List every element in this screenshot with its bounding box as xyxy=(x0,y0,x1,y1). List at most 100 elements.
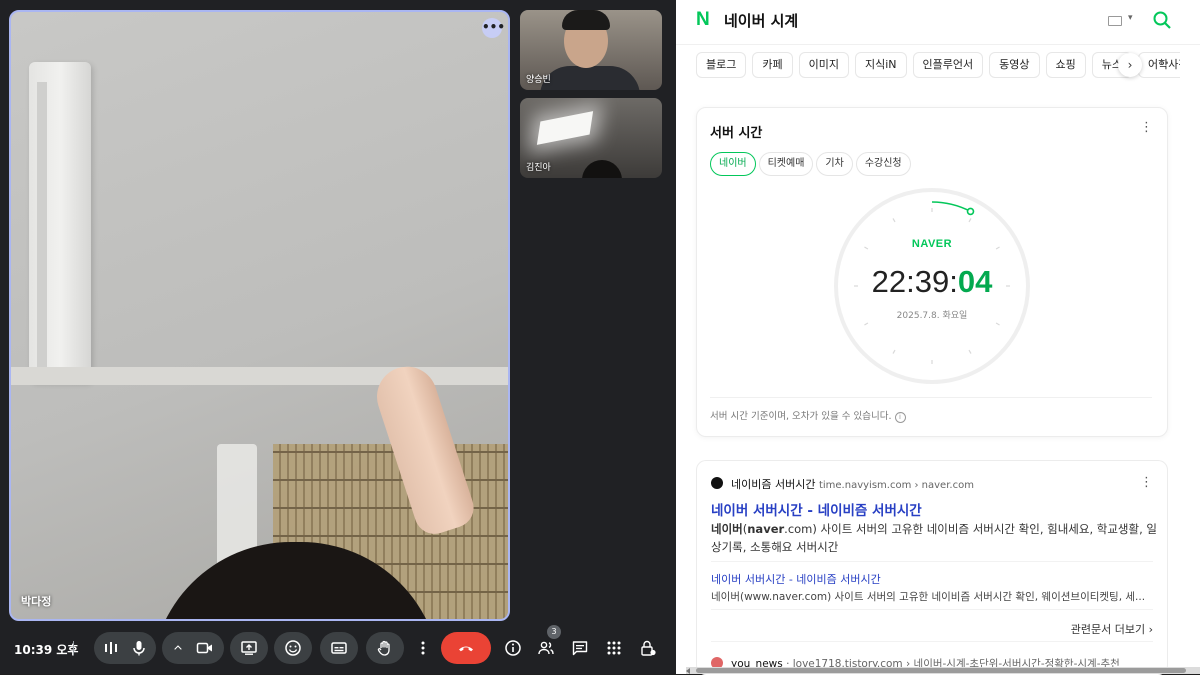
activities-button[interactable] xyxy=(598,632,630,664)
sub-result-description: 네이버(www.naver.com) 사이트 서버의 고유한 네이비즘 서버시간… xyxy=(711,591,1146,603)
server-tab-course[interactable]: 수강신청 xyxy=(855,152,911,176)
desc-paren: naver xyxy=(747,522,785,536)
related-docs-link[interactable]: 관련문서 더보기 › xyxy=(1071,621,1153,637)
time-hours-minutes: 22:39: xyxy=(871,264,958,299)
card-note-text: 서버 시간 기준이며, 오차가 있을 수 있습니다. xyxy=(710,411,892,422)
participant-name: 김진아 xyxy=(526,163,551,173)
captions-button[interactable] xyxy=(320,632,358,664)
present-button[interactable] xyxy=(230,632,268,664)
end-call-button[interactable] xyxy=(441,632,491,664)
lock-person-icon xyxy=(639,639,657,657)
naver-brand: NAVER xyxy=(911,238,953,250)
site-url: time.navyism.com › naver.com xyxy=(818,480,974,491)
emoji-button[interactable] xyxy=(274,632,312,664)
clock-dial: NAVER 22:39:04 2025.7.8. 화요일 xyxy=(834,188,1030,384)
host-controls-button[interactable] xyxy=(632,632,664,664)
horizontal-scrollbar[interactable] xyxy=(686,667,1200,674)
tabs-more-button[interactable]: ··· xyxy=(1154,56,1170,72)
divider xyxy=(711,609,1153,610)
hang-up-icon xyxy=(457,639,475,657)
site-favicon xyxy=(711,477,723,489)
audio-levels-icon[interactable] xyxy=(102,639,120,657)
search-header: N 네이버 시계 ▾ xyxy=(676,0,1200,45)
clock-tick xyxy=(968,218,972,223)
participant-name: 박다정 xyxy=(21,595,52,608)
clock-tick xyxy=(995,322,1000,326)
search-query[interactable]: 네이버 시계 xyxy=(724,10,798,31)
microphone-icon[interactable] xyxy=(130,639,148,657)
sub-result-title[interactable]: 네이버 서버시간 - 네이비즘 서버시간 xyxy=(711,571,881,587)
divider xyxy=(711,641,1153,642)
site-name: 네이비즘 서버시간 xyxy=(731,478,816,491)
tab-kin[interactable]: 지식iN xyxy=(855,52,907,78)
result-description: 네이버(naver.com) 사이트 서버의 고유한 네이비즘 서버시간 확인,… xyxy=(711,522,1157,554)
scrollbar-thumb[interactable] xyxy=(696,668,1186,673)
ceiling-lamp xyxy=(536,111,594,145)
person-hair xyxy=(562,10,610,30)
card-note: 서버 시간 기준이며, 오차가 있을 수 있습니다. i xyxy=(710,408,906,423)
participants-count-badge: 3 xyxy=(547,625,561,639)
caret-down-icon[interactable]: ▾ xyxy=(1128,13,1133,23)
divider xyxy=(710,397,1152,398)
camera-icon[interactable] xyxy=(196,639,214,657)
clock-tick xyxy=(968,349,972,354)
info-icon[interactable]: i xyxy=(894,412,906,423)
result-title-text: 네이버 서버시간 - 네이비즘 서버시간 xyxy=(711,503,922,519)
divider xyxy=(73,641,74,655)
search-tabs: 블로그카페이미지지식iN인플루언서동영상쇼핑뉴스어학사전 xyxy=(696,52,1180,78)
search-result: 네이비즘 서버시간 time.navyism.com › naver.com ⋮… xyxy=(696,460,1168,675)
main-video-tile[interactable]: ••• 박다정 xyxy=(9,10,510,621)
tab-shopping[interactable]: 쇼핑 xyxy=(1045,52,1086,78)
tab-video[interactable]: 동영상 xyxy=(989,52,1040,78)
tabs-next-button[interactable]: › xyxy=(1118,53,1142,77)
server-tab-ticket[interactable]: 티켓예매 xyxy=(758,152,814,176)
naver-logo[interactable]: N xyxy=(696,10,714,29)
meet-window: ••• 박다정 양승빈 김진아 10:39 오후 3 xyxy=(0,0,676,674)
more-options-button[interactable] xyxy=(407,632,439,664)
chat-button[interactable] xyxy=(564,632,596,664)
naver-search-page: N 네이버 시계 ▾ 블로그카페이미지지식iN인플루언서동영상쇼핑뉴스어학사전 … xyxy=(676,0,1200,675)
chevron-up-icon[interactable] xyxy=(172,642,184,654)
meeting-info-button[interactable] xyxy=(497,632,529,664)
meet-control-bar: 10:39 오후 3 xyxy=(0,624,676,674)
tile-more-button[interactable]: ••• xyxy=(482,18,505,38)
search-icon[interactable] xyxy=(1152,10,1172,34)
chat-icon xyxy=(571,639,589,657)
server-time: 22:39:04 xyxy=(838,264,1026,300)
air-conditioner xyxy=(29,62,91,382)
participant-name: 양승빈 xyxy=(526,75,551,85)
server-tab-naver[interactable]: 네이버 xyxy=(710,152,756,176)
more-vert-icon xyxy=(414,639,432,657)
tab-influencer[interactable]: 인플루언서 xyxy=(912,52,984,78)
keyboard-icon[interactable] xyxy=(1108,16,1122,26)
hand-icon xyxy=(376,639,394,657)
chevron-right-icon: › xyxy=(1148,623,1153,636)
result-site[interactable]: 네이비즘 서버시간 time.navyism.com › naver.com xyxy=(731,476,974,492)
camera-group xyxy=(162,632,224,664)
desc-bold: 네이버 xyxy=(711,522,743,536)
clock-tick xyxy=(892,218,896,223)
side-video-tile[interactable]: 김진아 xyxy=(520,98,662,178)
related-docs-label: 관련문서 더보기 xyxy=(1070,623,1146,636)
result-menu-icon[interactable]: ⋮ xyxy=(1140,475,1153,490)
person-head xyxy=(582,160,622,178)
tab-image[interactable]: 이미지 xyxy=(798,52,849,78)
tab-cafe[interactable]: 카페 xyxy=(752,52,793,78)
server-tab-train[interactable]: 기차 xyxy=(816,152,853,176)
present-screen-icon xyxy=(240,639,258,657)
side-video-tile[interactable]: 양승빈 xyxy=(520,10,662,90)
server-date: 2025.7.8. 화요일 xyxy=(896,311,968,321)
meeting-clock: 10:39 오후 xyxy=(14,643,79,657)
server-time-card: 서버 시간 ⋮ 네이버 티켓예매 기차 수강신청 NAVER 22:39:04 202… xyxy=(696,107,1168,437)
result-title[interactable]: 네이버 서버시간 - 네이비즘 서버시간 xyxy=(711,499,922,519)
captions-icon xyxy=(330,639,348,657)
tab-blog[interactable]: 블로그 xyxy=(696,52,747,78)
time-seconds: 04 xyxy=(957,264,993,299)
info-icon xyxy=(504,639,522,657)
card-title: 서버 시간 xyxy=(710,126,763,141)
card-menu-icon[interactable]: ⋮ xyxy=(1140,120,1153,135)
raise-hand-button[interactable] xyxy=(366,632,404,664)
people-icon xyxy=(537,639,555,657)
clock-tick xyxy=(892,349,896,354)
chevron-right-icon: › xyxy=(1127,58,1133,72)
